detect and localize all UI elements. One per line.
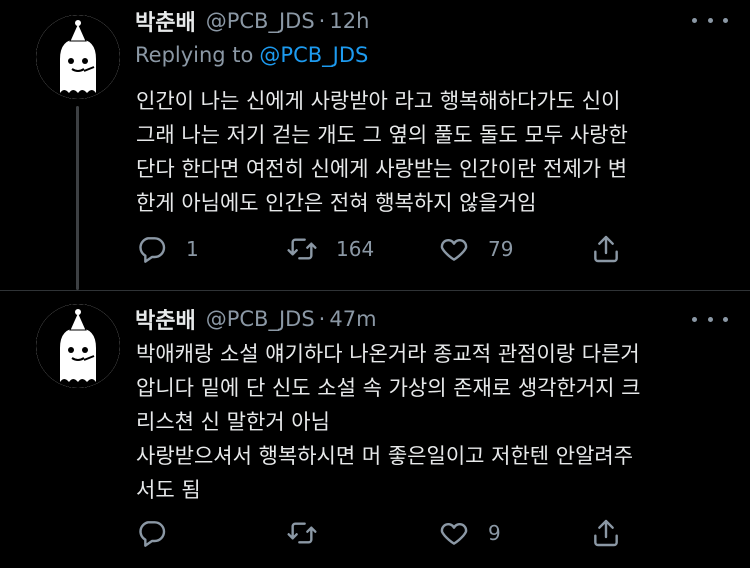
retweet-button[interactable]: 164: [286, 229, 374, 269]
like-count: 9: [488, 521, 501, 545]
share-icon: [594, 519, 618, 547]
more-icon[interactable]: [692, 14, 728, 26]
retweet-button[interactable]: [286, 513, 336, 553]
timestamp[interactable]: 12h: [329, 9, 369, 33]
more-icon[interactable]: [692, 313, 728, 325]
retweet-icon: [287, 238, 317, 260]
like-button[interactable]: 79: [438, 229, 513, 269]
tweet[interactable]: 박춘배 @PCB_JDS · 47m 박애캐랑 소설 얘기하다 나온거라 종교적…: [0, 290, 750, 568]
display-name[interactable]: 박춘배: [135, 5, 196, 37]
like-button[interactable]: 9: [438, 513, 501, 553]
avatar[interactable]: [36, 304, 120, 388]
heart-icon: [440, 239, 468, 261]
reply-button[interactable]: 1: [136, 229, 199, 269]
tweet-text-line: 압니다 밑에 단 신도 소설 속 가상의 존재로 생각한거지 크: [136, 376, 641, 400]
retweet-count: 164: [336, 237, 375, 261]
tweet-text: 박애캐랑 소설 얘기하다 나온거라 종교적 관점이랑 다른거 압니다 밑에 단 …: [136, 337, 726, 507]
user-handle[interactable]: @PCB_JDS: [206, 307, 315, 331]
reply-button[interactable]: [136, 513, 186, 553]
action-bar: 1 164 79: [136, 229, 636, 269]
separator: ·: [318, 307, 326, 331]
timestamp[interactable]: 47m: [329, 307, 376, 331]
tweet-header: 박춘배 @PCB_JDS · 47m: [135, 303, 377, 335]
reply-icon: [139, 237, 166, 263]
heart-icon: [440, 523, 468, 545]
reply-icon: [139, 521, 166, 547]
share-icon: [594, 235, 618, 263]
action-bar: 9: [136, 513, 636, 553]
tweet-text-line: 그래 나는 저기 걷는 개도 그 옆의 풀도 돌도 모두 사랑한: [136, 123, 628, 147]
share-button[interactable]: [590, 229, 622, 269]
display-name[interactable]: 박춘배: [135, 303, 196, 335]
replying-to: Replying to @PCB_JDS: [135, 43, 368, 67]
tweet-text-line: 한게 아님에도 인간은 전혀 행복하지 않을거임: [136, 191, 537, 215]
tweet-text-line: 단다 한다면 여전히 신에게 사랑받는 인간이란 전제가 변: [136, 157, 628, 181]
reply-count: 1: [186, 237, 199, 261]
tweet-text-line: 리스쳔 신 말한거 아님: [136, 410, 330, 434]
retweet-icon: [287, 522, 317, 544]
tweet-text-line: 인간이 나는 신에게 사랑받아 라고 행복해하다가도 신이: [136, 89, 621, 113]
replying-mention[interactable]: @PCB_JDS: [259, 43, 368, 67]
tweet-text-line: 사랑받으셔서 행복하시면 머 좋은일이고 저한텐 안알려주: [136, 444, 634, 468]
tweet-text: 인간이 나는 신에게 사랑받아 라고 행복해하다가도 신이 그래 나는 저기 걷…: [136, 84, 726, 220]
share-button[interactable]: [590, 513, 622, 553]
tweet-header: 박춘배 @PCB_JDS · 12h: [135, 5, 369, 37]
like-count: 79: [488, 237, 514, 261]
tweet-text-line: 서도 됨: [136, 478, 201, 502]
replying-label: Replying to: [135, 43, 254, 67]
avatar[interactable]: [36, 15, 120, 99]
tweet-text-line: 박애캐랑 소설 얘기하다 나온거라 종교적 관점이랑 다른거: [136, 342, 640, 366]
separator: ·: [318, 9, 326, 33]
tweet[interactable]: 박춘배 @PCB_JDS · 12h Replying to @PCB_JDS 인…: [0, 0, 750, 290]
thread-line: [76, 106, 79, 290]
user-handle[interactable]: @PCB_JDS: [206, 9, 315, 33]
